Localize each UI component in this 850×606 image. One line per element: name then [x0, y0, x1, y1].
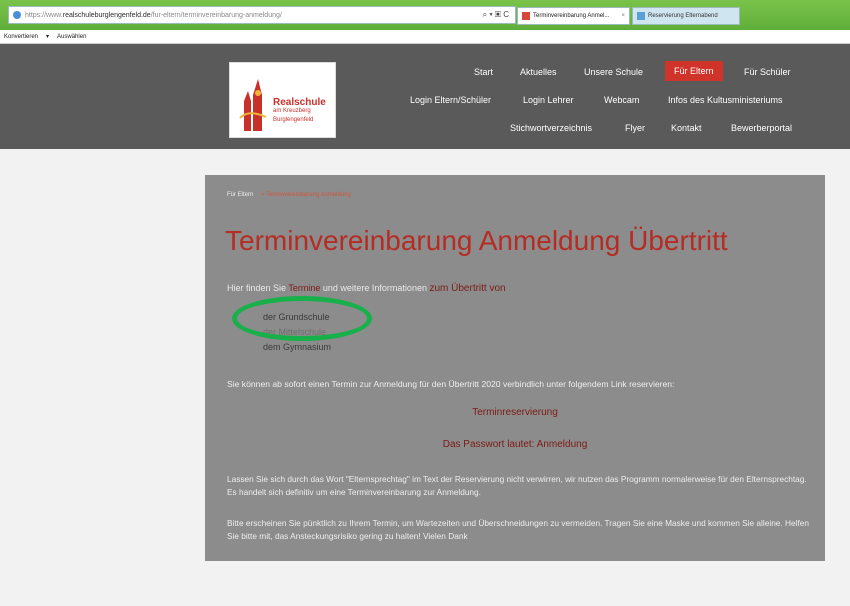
favorites-bar: Konvertieren ▾ Auswählen — [0, 30, 850, 44]
terminreservierung-link[interactable]: Terminreservierung — [205, 407, 825, 418]
info-paragraph: Lassen Sie sich durch das Wort "Elternsp… — [227, 474, 807, 497]
highlight-ellipse — [232, 296, 372, 341]
browser-toolbar: https://www. realschuleburglengenfeld.de… — [0, 0, 850, 30]
tab-label: Terminvereinbarung Anmel... — [533, 13, 610, 19]
breadcrumb: Für Eltern > Terminvereinbarung Anmeldun… — [227, 192, 351, 198]
nav-flyer[interactable]: Flyer — [625, 123, 645, 133]
nav-fuer-schueler[interactable]: Für Schüler — [744, 67, 791, 77]
page-title: Terminvereinbarung Anmeldung Übertritt — [225, 225, 728, 256]
arrival-paragraph: Bitte erscheinen Sie pünktlich zu Ihrem … — [227, 518, 810, 541]
tab-label: Reservierung Elternabend — [648, 13, 718, 19]
nav-unsere-schule[interactable]: Unsere Schule — [584, 67, 643, 77]
address-tools[interactable]: ⌕ ▾ ▣ C — [483, 10, 509, 20]
content-panel: Für Eltern > Terminvereinbarung Anmeldun… — [205, 175, 825, 561]
uebertritt-link[interactable]: zum Übertritt von — [429, 283, 505, 294]
page-icon — [13, 11, 21, 19]
nav-aktuelles[interactable]: Aktuelles — [520, 67, 557, 77]
favbar-select[interactable]: Auswählen — [57, 34, 86, 40]
nav-kontakt[interactable]: Kontakt — [671, 123, 702, 133]
address-bar[interactable]: https://www. realschuleburglengenfeld.de… — [8, 6, 516, 24]
logo-line-3: Burglengenfeld — [273, 117, 314, 123]
logo-line-1: Realschule — [273, 97, 326, 108]
nav-login-lehrer[interactable]: Login Lehrer — [523, 95, 574, 105]
favicon-icon — [637, 12, 645, 20]
nav-login-eltern[interactable]: Login Eltern/Schüler — [410, 95, 491, 105]
nav-fuer-eltern[interactable]: Für Eltern — [665, 61, 723, 81]
intro-termine: Termine — [288, 283, 321, 293]
favicon-icon — [522, 12, 530, 20]
url-prefix: https://www. — [25, 11, 63, 19]
nav-infos-kultusministerium[interactable]: Infos des Kultusministeriums — [668, 95, 783, 105]
logo-mark-icon — [239, 79, 267, 131]
reserve-text: Sie können ab sofort einen Termin zur An… — [227, 379, 675, 389]
nav-bewerberportal[interactable]: Bewerberportal — [731, 123, 792, 133]
favbar-convert[interactable]: Konvertieren — [4, 34, 38, 40]
breadcrumb-parent[interactable]: Für Eltern — [227, 192, 253, 198]
intro-rest: und weitere Informationen — [320, 283, 430, 293]
site-header: Realschule am Kreuzberg Burglengenfeld S… — [0, 44, 850, 149]
nav-stichwortverzeichnis[interactable]: Stichwortverzeichnis — [510, 123, 592, 133]
url-domain: realschuleburglengenfeld.de — [62, 11, 151, 19]
intro-start: Hier finden Sie — [227, 283, 289, 293]
tab-reservierung[interactable]: Reservierung Elternabend — [632, 7, 740, 25]
tab-terminvereinbarung[interactable]: Terminvereinbarung Anmel... × — [517, 7, 630, 25]
intro-text: Hier finden Sie Termine und weitere Info… — [227, 283, 506, 294]
breadcrumb-current: > Terminvereinbarung Anmeldung — [261, 192, 351, 198]
school-logo[interactable]: Realschule am Kreuzberg Burglengenfeld — [229, 62, 336, 138]
list-item[interactable]: dem Gymnasium — [263, 340, 331, 355]
chevron-down-icon[interactable]: ▾ — [46, 33, 49, 40]
nav-webcam[interactable]: Webcam — [604, 95, 639, 105]
logo-line-2: am Kreuzberg — [273, 108, 311, 114]
close-icon[interactable]: × — [621, 13, 625, 19]
password-text: Das Passwort lautet: Anmeldung — [442, 439, 588, 450]
nav-start[interactable]: Start — [474, 67, 493, 77]
logo-text: Realschule am Kreuzberg Burglengenfeld — [273, 98, 326, 125]
url-path: /fur-eltern/terminvereinbarung-anmeldung… — [150, 11, 282, 19]
